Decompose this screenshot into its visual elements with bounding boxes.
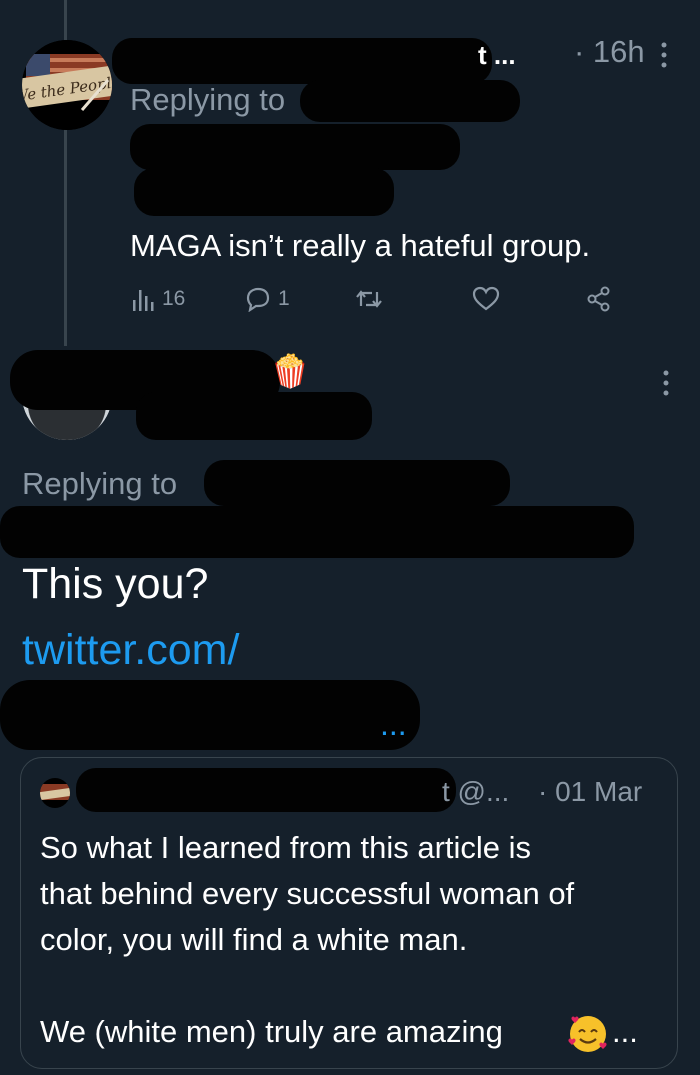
reply-button[interactable]: 1 xyxy=(244,286,290,312)
quote-text-line-3: color, you will find a white man. xyxy=(40,922,468,957)
quote-text-line-1: So what I learned from this article is xyxy=(40,830,532,865)
retweet-icon xyxy=(356,290,382,308)
quote-ellipsis: ... xyxy=(612,1014,638,1049)
quote-date: · 01 Mar xyxy=(538,776,643,807)
share-button[interactable] xyxy=(586,286,612,312)
retweet-button[interactable] xyxy=(354,286,384,312)
redacted-reply-handles-4 xyxy=(204,460,510,506)
tweet-2-link[interactable]: twitter.com/ xyxy=(22,626,239,675)
redacted-link-path xyxy=(0,680,420,750)
tweet-2-replying-label: Replying to xyxy=(22,466,178,501)
tweet-1-time[interactable]: · 16h xyxy=(574,34,645,70)
smiling-hearts-emoji xyxy=(566,1012,610,1061)
tweet-2-link-tail: ... xyxy=(380,706,407,742)
views-count: 16 xyxy=(162,287,186,310)
tweet-2-text: This you? xyxy=(22,560,209,608)
thread-line-top xyxy=(64,0,67,40)
quote-avatar xyxy=(40,778,70,808)
reply-icon xyxy=(246,287,270,312)
share-icon xyxy=(587,286,610,312)
redacted-reply-handles-2 xyxy=(130,124,460,170)
quote-text-line-4: We (white men) truly are amazing xyxy=(40,1014,503,1049)
more-icon[interactable] xyxy=(658,40,670,75)
views-icon xyxy=(133,290,154,311)
reply-count: 1 xyxy=(278,287,290,310)
redacted-handle-2 xyxy=(136,392,372,440)
thread-line-bottom xyxy=(64,128,67,346)
redacted-quote-name xyxy=(76,768,456,812)
redacted-reply-handles-3 xyxy=(134,168,394,216)
redacted-name-1 xyxy=(112,38,492,84)
avatar-1[interactable]: We the People xyxy=(22,40,112,130)
tweet-1-replying-label: Replying to xyxy=(130,82,286,117)
redacted-reply-handles-5 xyxy=(0,506,634,558)
tweet-1-name-tail: t ... xyxy=(478,40,516,70)
tweet-1-text: MAGA isn’t really a hateful group. xyxy=(130,228,591,263)
popcorn-emoji: 🍿 xyxy=(270,353,310,389)
quote-handle-fragment: t @... xyxy=(442,776,510,807)
views-button[interactable]: 16 xyxy=(130,286,185,312)
more-icon[interactable] xyxy=(660,368,672,403)
like-icon xyxy=(472,286,500,311)
like-button[interactable] xyxy=(472,286,500,312)
redacted-reply-handles-1 xyxy=(300,80,520,122)
quote-text-line-2: that behind every successful woman of xyxy=(40,876,575,911)
we-the-people-avatar-image: We the People xyxy=(22,40,112,130)
